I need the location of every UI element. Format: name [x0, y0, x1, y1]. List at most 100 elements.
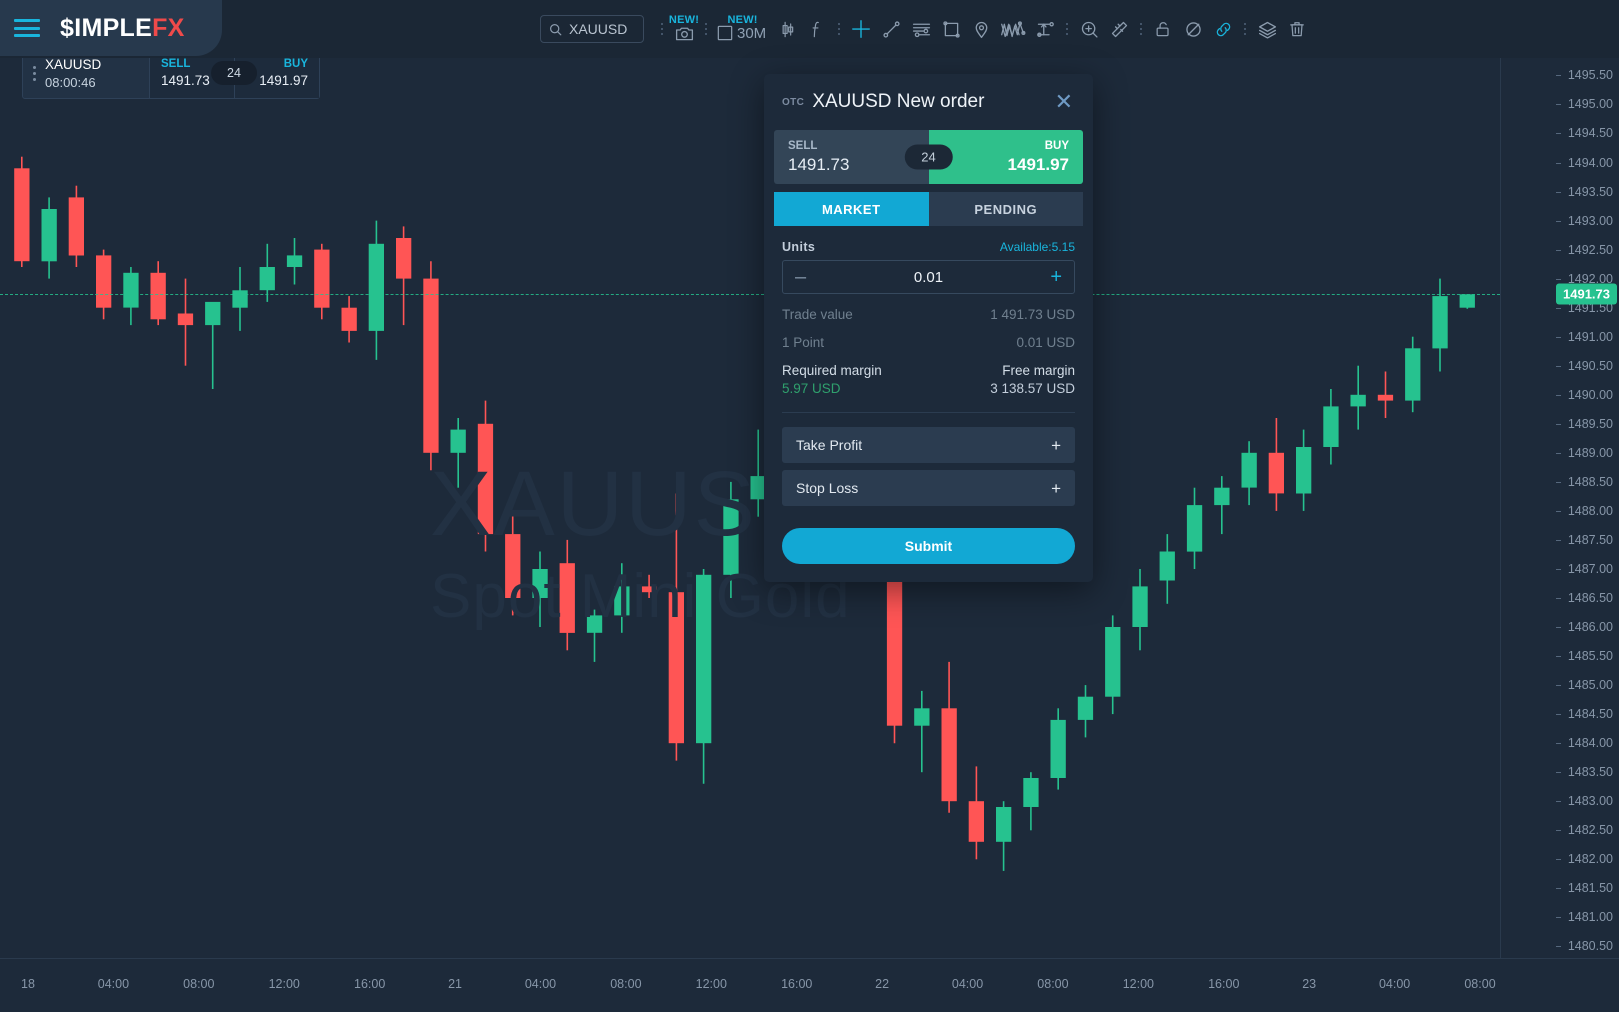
tool-separator-2 [699, 9, 713, 49]
time-axis[interactable]: 1804:0008:0012:0016:002104:0008:0012:001… [0, 958, 1619, 1012]
tab-market[interactable]: MARKET [774, 192, 929, 226]
elliott-wave-icon[interactable] [996, 9, 1030, 49]
stop-loss-add-icon[interactable]: + [1051, 480, 1061, 497]
take-profit-label: Take Profit [796, 437, 862, 453]
price-tick: 1481.50 [1568, 881, 1613, 895]
stop-loss-label: Stop Loss [796, 480, 858, 496]
close-icon[interactable]: ✕ [1051, 89, 1077, 115]
time-tick: 16:00 [1208, 977, 1239, 991]
price-tick: 1493.00 [1568, 214, 1613, 228]
price-tick: 1489.50 [1568, 417, 1613, 431]
time-tick: 04:00 [1379, 977, 1410, 991]
trading-platform-window: $IMPLEFX XAUUSD NEW! NEW! 30M [0, 0, 1619, 1012]
units-label: Units [782, 240, 815, 254]
quote-symbol: XAUUSD [45, 57, 149, 72]
time-tick: 08:00 [183, 977, 214, 991]
price-tick: 1487.00 [1568, 562, 1613, 576]
point-label: 1 Point [782, 335, 824, 350]
available-balance: Available:5.15 [1000, 240, 1075, 254]
take-profit-add-icon[interactable]: + [1051, 437, 1061, 454]
units-input[interactable]: 0.01 [813, 269, 1044, 286]
price-tick: 1494.50 [1568, 126, 1613, 140]
hamburger-icon[interactable] [14, 19, 40, 37]
quote-buy-price: 1491.97 [259, 73, 308, 88]
hide-icon[interactable] [1178, 9, 1208, 49]
take-profit-row[interactable]: Take Profit + [782, 427, 1075, 463]
price-tick: 1486.50 [1568, 591, 1613, 605]
dialog-title: XAUUSD New order [812, 91, 1050, 113]
price-axis[interactable]: 1495.501495.001494.501494.001493.501493.… [1500, 58, 1619, 958]
layers-icon[interactable] [1252, 9, 1282, 49]
indicators-function-icon[interactable] [802, 9, 832, 49]
side-selector: SELL 1491.73 BUY 1491.97 24 [774, 130, 1083, 184]
free-margin-label: Free margin [1002, 363, 1075, 378]
tab-pending[interactable]: PENDING [929, 192, 1084, 226]
new-badge-camera: NEW! [669, 14, 699, 26]
price-tick: 1492.50 [1568, 243, 1613, 257]
trade-value: 1 491.73 USD [990, 307, 1075, 322]
price-tick: 1485.50 [1568, 649, 1613, 663]
tool-separator-5 [1134, 9, 1148, 49]
time-tick: 04:00 [525, 977, 556, 991]
required-margin-label: Required margin [782, 363, 882, 378]
price-tick: 1485.00 [1568, 678, 1613, 692]
submit-button[interactable]: Submit [782, 528, 1075, 564]
logo[interactable]: $IMPLEFX [60, 14, 185, 43]
timeframe-label[interactable]: 30M [737, 25, 766, 42]
buy-price: 1491.97 [1008, 155, 1069, 175]
chart-tools: NEW! NEW! 30M [655, 0, 1312, 58]
logo-primary: $IMPLE [60, 14, 152, 42]
current-price-line [0, 294, 1500, 295]
lock-icon[interactable] [1148, 9, 1178, 49]
time-tick: 23 [1302, 977, 1316, 991]
price-tick: 1490.00 [1568, 388, 1613, 402]
units-increment-button[interactable]: + [1044, 267, 1062, 287]
brand-plate: $IMPLEFX [0, 0, 222, 56]
sell-label: SELL [788, 140, 915, 152]
dialog-divider [782, 412, 1075, 413]
new-order-dialog: OTC XAUUSD New order ✕ SELL 1491.73 BUY … [764, 74, 1093, 582]
symbol-search-value: XAUUSD [569, 21, 627, 37]
trend-line-icon[interactable] [876, 9, 906, 49]
new-badge-charttype: NEW! [728, 14, 758, 26]
ruler-icon[interactable] [1104, 9, 1134, 49]
units-decrement-button[interactable]: – [795, 267, 813, 287]
time-tick: 08:00 [610, 977, 641, 991]
tool-separator-6 [1238, 9, 1252, 49]
link-icon[interactable] [1208, 9, 1238, 49]
logo-accent: FX [152, 14, 185, 42]
quote-spread-badge: 24 [211, 61, 257, 85]
time-tick: 18 [21, 977, 35, 991]
point-value: 0.01 USD [1016, 335, 1075, 350]
time-tick: 12:00 [1123, 977, 1154, 991]
trash-icon[interactable] [1282, 9, 1312, 49]
chart-type-icon[interactable]: NEW! 30M [713, 9, 772, 49]
chart-canvas[interactable]: XAUUSD Spot Mini Gold [0, 58, 1500, 958]
measure-icon[interactable] [1030, 9, 1060, 49]
dialog-body: Units Available:5.15 – 0.01 + Trade valu… [764, 226, 1093, 564]
search-icon [549, 23, 562, 36]
zoom-in-icon[interactable] [1074, 9, 1104, 49]
quote-time: 08:00:46 [45, 75, 149, 90]
price-tick: 1488.00 [1568, 504, 1613, 518]
rectangle-icon[interactable] [936, 9, 966, 49]
otc-badge: OTC [782, 97, 804, 108]
price-tick: 1487.50 [1568, 533, 1613, 547]
units-stepper[interactable]: – 0.01 + [782, 260, 1075, 294]
pin-marker-icon[interactable] [966, 9, 996, 49]
spread-badge: 24 [904, 145, 952, 170]
current-price-badge: 1491.73 [1556, 284, 1617, 305]
stop-loss-row[interactable]: Stop Loss + [782, 470, 1075, 506]
symbol-search-input[interactable]: XAUUSD [540, 15, 644, 43]
tool-separator-3 [832, 9, 846, 49]
margin-values-row: 5.97 USD 3 138.57 USD [782, 381, 1075, 396]
candlestick-icon[interactable] [772, 9, 802, 49]
price-tick: 1482.50 [1568, 823, 1613, 837]
margin-labels-row: Required margin Free margin [782, 363, 1075, 378]
time-tick: 16:00 [781, 977, 812, 991]
crosshair-icon[interactable] [846, 9, 876, 49]
price-tick: 1495.00 [1568, 97, 1613, 111]
horizontal-lines-icon[interactable] [906, 9, 936, 49]
point-row: 1 Point 0.01 USD [782, 335, 1075, 350]
screenshot-camera-icon[interactable]: NEW! [669, 9, 699, 49]
